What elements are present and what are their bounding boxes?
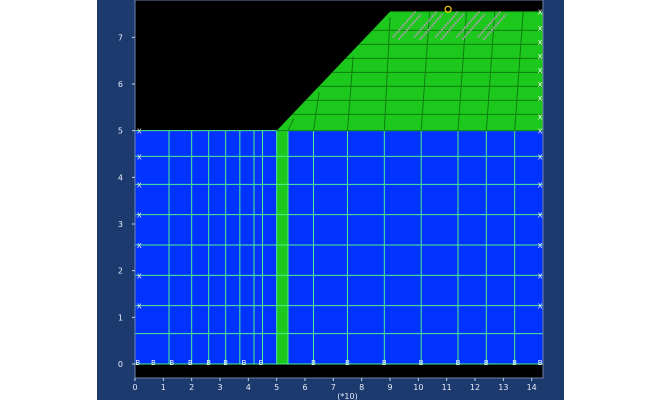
x-tick-label: 6 (302, 383, 307, 392)
x-tick-label: 3 (217, 383, 222, 392)
boundary-marker-b: B (484, 359, 489, 367)
fixed-marker-x: X (538, 212, 543, 220)
x-tick-label: 8 (359, 383, 364, 392)
x-tick-label: 11 (442, 383, 452, 392)
x-tick-label: 2 (189, 383, 194, 392)
x-tick-label: 0 (132, 383, 137, 392)
fixed-marker-x: X (538, 95, 543, 103)
fixed-marker-x: X (538, 81, 543, 89)
boundary-marker-b: B (259, 359, 264, 367)
boundary-marker-b: B (419, 359, 424, 367)
fixed-marker-x: X (538, 153, 543, 161)
fixed-marker-x: X (538, 272, 543, 280)
x-tick-label: 14 (527, 383, 537, 392)
fixed-marker-x: X (538, 25, 543, 33)
boundary-marker-b: B (206, 359, 211, 367)
fixed-marker-x: X (137, 128, 142, 136)
boundary-marker-b: B (512, 359, 517, 367)
fixed-marker-x: X (538, 242, 543, 250)
y-tick-label: 4 (118, 173, 123, 182)
boundary-marker-b: B (242, 359, 247, 367)
y-tick-label: 1 (118, 313, 123, 322)
x-tick-label: 7 (331, 383, 336, 392)
plot-window: BBBBBBBBBBBBBBBBXXXXXXXXXXXXXXXXXXXXXX01… (97, 0, 564, 400)
mesh-plot: B B B B B B B B B B B B B B B BXXXXXXXXXXXXXXXXXXXXXX01… (118, 0, 544, 400)
core-strip (276, 130, 288, 364)
x-tick-label: 1 (161, 383, 166, 392)
boundary-marker-b: B (382, 359, 387, 367)
fixed-marker-x: X (137, 242, 142, 250)
foundation-layer (135, 130, 543, 364)
fixed-marker-x: X (538, 128, 543, 136)
boundary-marker-b: B (311, 359, 316, 367)
boundary-marker-b: B (345, 359, 350, 367)
fixed-marker-x: X (538, 9, 543, 17)
x-tick-label: 4 (246, 383, 251, 392)
boundary-marker-b: B (135, 359, 140, 367)
y-tick-label: 6 (118, 80, 123, 89)
x-tick-label: 9 (387, 383, 392, 392)
y-tick-label: 5 (118, 127, 123, 136)
x-axis-unit: (*10) (337, 392, 357, 400)
fixed-marker-x: X (538, 39, 543, 47)
fixed-marker-x: X (538, 53, 543, 61)
y-tick-label: 3 (118, 220, 123, 229)
y-tick-label: 0 (118, 360, 123, 369)
x-tick-label: 12 (470, 383, 480, 392)
fixed-marker-x: X (538, 303, 543, 311)
fixed-marker-x: X (538, 67, 543, 75)
x-tick-label: 5 (274, 383, 279, 392)
fixed-marker-x: X (137, 153, 142, 161)
boundary-marker-b: B (538, 359, 543, 367)
fixed-marker-x: X (538, 181, 543, 189)
fixed-marker-x: X (538, 114, 543, 122)
boundary-marker-b: B (151, 359, 156, 367)
y-tick-label: 7 (118, 33, 123, 42)
fixed-marker-x: X (137, 303, 142, 311)
fixed-marker-x: X (137, 181, 142, 189)
boundary-marker-b: B (223, 359, 228, 367)
boundary-marker-b: B (188, 359, 193, 367)
x-tick-label: 13 (498, 383, 508, 392)
boundary-marker-b: B (169, 359, 174, 367)
boundary-marker-b: B (456, 359, 461, 367)
y-tick-label: 2 (118, 267, 123, 276)
x-tick-label: 10 (413, 383, 423, 392)
fixed-marker-x: X (137, 212, 142, 220)
fixed-marker-x: X (137, 272, 142, 280)
